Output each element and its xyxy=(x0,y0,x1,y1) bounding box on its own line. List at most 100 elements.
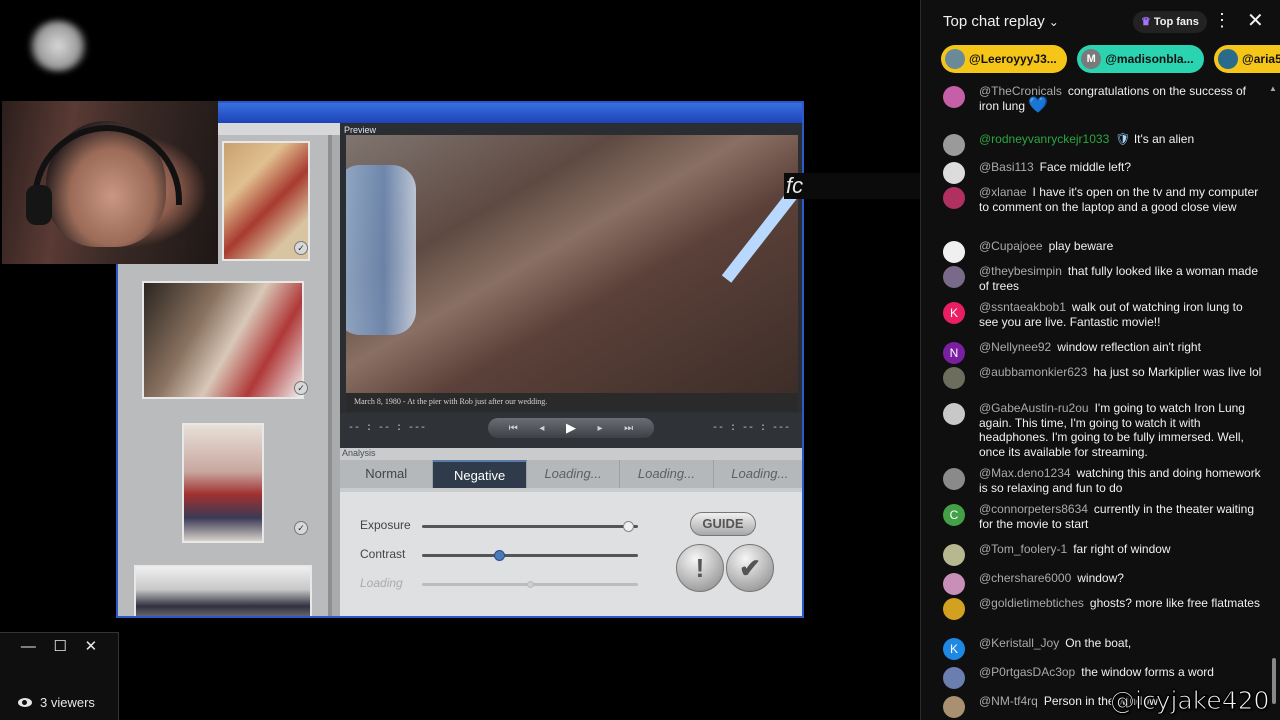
message-author[interactable]: @Keristall_Joy xyxy=(979,636,1059,650)
avatar[interactable] xyxy=(943,573,965,595)
preview-photo xyxy=(346,135,798,393)
tab-loading[interactable]: Loading... xyxy=(714,460,802,488)
avatar[interactable]: K xyxy=(943,638,965,660)
loading-slider xyxy=(422,581,638,588)
avatar[interactable] xyxy=(943,241,965,263)
overlay-text: fc xyxy=(786,173,804,198)
chat-mode-dropdown[interactable]: Top chat replay ⌄ xyxy=(943,13,1059,30)
message-author[interactable]: @connorpeters8634 xyxy=(979,502,1088,516)
photo-thumbnail[interactable] xyxy=(134,565,312,616)
fan-chip[interactable]: M @madisonbla... xyxy=(1077,45,1204,73)
live-chat-panel: Top chat replay ⌄ ♛ Top fans ⋮ ✕ @Leeroyyy… xyxy=(920,0,1280,720)
avatar[interactable] xyxy=(943,86,965,108)
eye-icon xyxy=(18,698,32,707)
message-author[interactable]: @P0rtgasDAc3op xyxy=(979,665,1075,679)
confirm-button[interactable]: ✔ xyxy=(726,544,774,592)
message-author[interactable]: @Cupajoee xyxy=(979,239,1043,253)
more-options-icon[interactable]: ⋮ xyxy=(1213,10,1231,31)
avatar[interactable]: C xyxy=(943,504,965,526)
close-chat-icon[interactable]: ✕ xyxy=(1247,8,1264,33)
alert-button[interactable]: ! xyxy=(676,544,724,592)
analysis-tabs: Normal Negative Loading... Loading... Lo… xyxy=(340,460,802,488)
message-author[interactable]: @ssntaeakbob1 xyxy=(979,300,1066,314)
message-author[interactable]: @TheCronicals xyxy=(979,84,1062,98)
fan-chip[interactable]: @LeeroyyyJ3... xyxy=(941,45,1067,73)
avatar[interactable] xyxy=(943,403,965,425)
message-author[interactable]: @NM-tf4rq xyxy=(979,694,1038,708)
avatar[interactable]: K xyxy=(943,302,965,324)
adjustment-sliders: Exposure Contrast Loading GUIDE ! ✔ xyxy=(340,492,802,616)
message-text: It's an alien xyxy=(1133,132,1195,146)
step-forward-icon[interactable]: ▸ xyxy=(598,423,603,434)
avatar[interactable] xyxy=(943,544,965,566)
message-author[interactable]: @GabeAustin-ru2ou xyxy=(979,401,1089,415)
step-back-icon[interactable]: ◂ xyxy=(539,423,544,434)
message-author[interactable]: @theybesimpin xyxy=(979,264,1062,278)
photo-thumbnail[interactable] xyxy=(182,423,264,543)
chat-message: @TheCronicals congratulations on the succ… xyxy=(943,84,1265,113)
avatar[interactable] xyxy=(943,187,965,209)
avatar[interactable] xyxy=(943,162,965,184)
close-icon[interactable]: ✕ xyxy=(85,637,98,655)
message-text: window? xyxy=(1077,571,1124,585)
avatar[interactable]: N xyxy=(943,342,965,364)
fan-chip[interactable]: @aria59 xyxy=(1214,45,1280,73)
crown-icon: ♛ xyxy=(1141,16,1151,28)
message-author[interactable]: @chershare6000 xyxy=(979,571,1071,585)
message-author[interactable]: @Tom_foolery-1 xyxy=(979,542,1067,556)
skip-back-icon[interactable]: ⏮ xyxy=(509,423,518,434)
tab-negative[interactable]: Negative xyxy=(433,460,527,488)
exposure-slider[interactable] xyxy=(422,521,638,532)
tab-normal[interactable]: Normal xyxy=(340,460,434,488)
avatar[interactable] xyxy=(943,266,965,288)
contrast-slider[interactable] xyxy=(422,550,638,561)
chat-message: @theybesimpin that fully looked like a wo… xyxy=(943,264,1265,293)
chip-avatar xyxy=(1218,48,1239,69)
avatar[interactable] xyxy=(943,134,965,156)
miniplayer-controls: — ☐ ✕ xyxy=(0,633,118,659)
minimize-icon[interactable]: — xyxy=(21,638,36,655)
message-text: play beware xyxy=(1048,239,1114,253)
maximize-icon[interactable]: ☐ xyxy=(53,637,66,655)
contrast-slider-row: Contrast xyxy=(360,545,650,565)
tab-loading[interactable]: Loading... xyxy=(527,460,621,488)
viewer-count: 3 viewers xyxy=(18,695,95,710)
avatar[interactable] xyxy=(943,598,965,620)
playback-controls: ⏮ ◂ ▶ ▸ ⏭ xyxy=(488,418,654,438)
tab-loading[interactable]: Loading... xyxy=(620,460,714,488)
message-author[interactable]: @aubbamonkier623 xyxy=(979,365,1087,379)
chat-message: K @ssntaeakbob1 walk out of watching iron… xyxy=(943,300,1265,329)
playback-transport: -- : -- : --- ⏮ ◂ ▶ ▸ ⏭ -- : -- : --- xyxy=(340,413,802,448)
message-author[interactable]: @Max.deno1234 xyxy=(979,466,1071,480)
fan-chip-label: @aria59 xyxy=(1242,52,1280,66)
avatar[interactable] xyxy=(943,667,965,689)
photo-thumbnail[interactable] xyxy=(142,281,304,399)
message-author[interactable]: @xlanae xyxy=(979,185,1027,199)
thumbnail-check-icon: ✓ xyxy=(294,381,308,395)
message-author[interactable]: @Nellynee92 xyxy=(979,340,1051,354)
skip-forward-icon[interactable]: ⏭ xyxy=(624,423,633,434)
chat-message: @Max.deno1234 watching this and doing hom… xyxy=(943,466,1265,495)
photo-caption: March 8, 1980 - At the pier with Rob jus… xyxy=(346,393,798,411)
timecode-right: -- : -- : --- xyxy=(711,423,790,434)
chat-title: Top chat replay xyxy=(943,13,1045,30)
avatar[interactable] xyxy=(943,367,965,389)
chat-message: @Cupajoee play beware xyxy=(943,239,1265,263)
guide-button[interactable]: GUIDE xyxy=(690,512,756,536)
avatar[interactable] xyxy=(943,696,965,718)
exposure-knob[interactable] xyxy=(623,521,634,532)
message-author[interactable]: @goldietimebtiches xyxy=(979,596,1084,610)
contrast-knob[interactable] xyxy=(494,550,505,561)
preview-glass-shape xyxy=(346,165,416,335)
avatar[interactable] xyxy=(943,468,965,490)
message-author[interactable]: @rodneyvanryckejr1033 xyxy=(979,132,1109,146)
message-text: On the boat, xyxy=(1065,636,1132,650)
top-fans-button[interactable]: ♛ Top fans xyxy=(1133,11,1207,33)
chip-avatar xyxy=(945,48,965,69)
play-icon[interactable]: ▶ xyxy=(566,420,576,436)
chat-message: N @Nellynee92 window reflection ain't rig… xyxy=(943,340,1265,364)
message-author[interactable]: @Basi113 xyxy=(979,160,1034,174)
chat-message: @rodneyvanryckejr1033 🛡 It's an alien xyxy=(943,132,1265,156)
loading-knob xyxy=(527,581,534,588)
chat-scrollbar[interactable] xyxy=(1272,658,1276,704)
